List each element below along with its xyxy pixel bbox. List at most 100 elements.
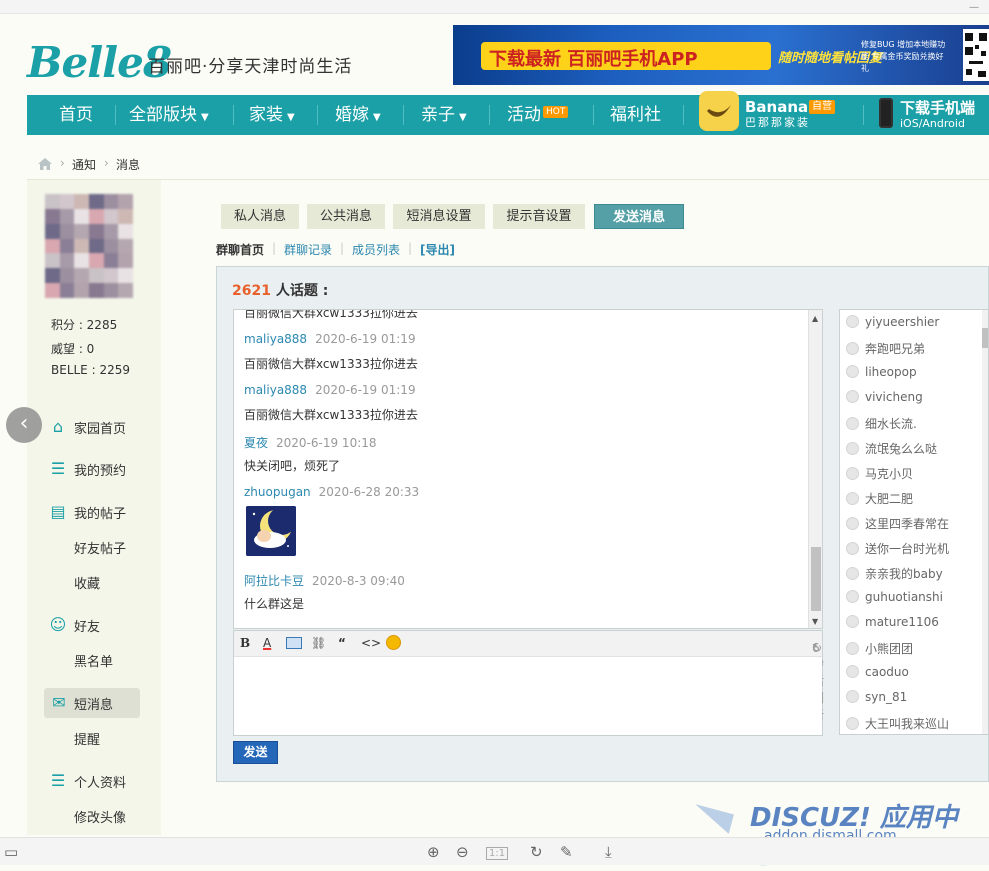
- message-input[interactable]: [234, 658, 822, 735]
- member-list-item[interactable]: 这里四季春常在: [846, 515, 949, 535]
- back-arrow-icon[interactable]: ‹: [6, 407, 42, 443]
- message-author[interactable]: 夏夜: [244, 436, 268, 450]
- member-list-item[interactable]: 亲亲我的baby: [846, 565, 943, 585]
- nav-home[interactable]: 首页: [59, 95, 93, 135]
- sidebar-item-friend-posts[interactable]: 好友帖子: [27, 532, 161, 562]
- member-name: 细水长流.: [865, 417, 917, 431]
- member-status-icon: [846, 390, 859, 403]
- member-list-item[interactable]: 小熊团团: [846, 640, 913, 660]
- image-icon[interactable]: [286, 637, 302, 649]
- text-color-icon[interactable]: A: [263, 636, 271, 650]
- home-icon[interactable]: [38, 158, 52, 170]
- subnav-member-list[interactable]: 成员列表: [352, 241, 400, 258]
- tab-sound-settings[interactable]: 提示音设置: [493, 204, 585, 229]
- nav-wedding[interactable]: 婚嫁 ▼: [335, 95, 381, 135]
- code-icon[interactable]: <>: [361, 636, 381, 650]
- subnav-export[interactable]: [导出]: [420, 241, 455, 258]
- sidebar-item-profile[interactable]: ☰ 个人资料: [27, 766, 161, 796]
- scroll-down-icon[interactable]: ▼: [812, 617, 818, 626]
- scrollbar-thumb[interactable]: [982, 328, 988, 348]
- sleeping-sticker-image[interactable]: [246, 506, 296, 556]
- message-time: 2020-6-28 20:33: [318, 485, 420, 499]
- zoom-in-icon[interactable]: ⊕: [427, 843, 440, 861]
- home-icon: ⌂: [52, 417, 64, 436]
- message-header: 阿拉比卡豆 2020-8-3 09:40: [244, 572, 405, 589]
- quote-icon[interactable]: “: [338, 636, 346, 650]
- sidebar-item-blacklist[interactable]: 黑名单: [27, 645, 161, 675]
- nav-welfare[interactable]: 福利社: [610, 95, 661, 135]
- sidebar-item-reminders[interactable]: 提醒: [27, 723, 161, 753]
- sidebar-item-friends[interactable]: ☺ 好友: [27, 610, 161, 640]
- sidebar-item-home[interactable]: ⌂ 家园首页: [27, 412, 161, 442]
- message-time: 2020-8-3 09:40: [312, 574, 405, 588]
- emoji-icon[interactable]: [386, 635, 401, 650]
- breadcrumb-notice[interactable]: 通知: [72, 156, 96, 173]
- message-text: 百丽微信大群xcw1333拉你进去: [244, 357, 418, 371]
- chat-scrollbar[interactable]: ▲ ▼: [808, 310, 822, 628]
- member-name: 小熊团团: [865, 642, 914, 656]
- member-list-item[interactable]: caoduo: [846, 665, 909, 685]
- message-text: 快关闭吧，烦死了: [244, 459, 341, 473]
- member-count: 2621: [232, 283, 271, 299]
- thumbnail-icon[interactable]: ▭: [4, 843, 18, 861]
- member-list-item[interactable]: 奔跑吧兄弟: [846, 340, 925, 360]
- stat-prestige: 威望 : 0: [51, 342, 95, 356]
- minimize-icon[interactable]: —: [969, 2, 979, 13]
- message-text: 百丽微信大群xcw1333拉你进去: [244, 309, 418, 320]
- message-author[interactable]: 阿拉比卡豆: [244, 574, 304, 588]
- nav-home-decor[interactable]: 家装 ▼: [249, 95, 295, 135]
- member-list-item[interactable]: liheopop: [846, 365, 917, 385]
- sidebar-item-favorites[interactable]: 收藏: [27, 567, 161, 597]
- breadcrumb-messages[interactable]: 消息: [116, 156, 140, 173]
- member-status-icon: [846, 417, 859, 430]
- breadcrumb-separator: ›: [104, 156, 109, 170]
- nav-events[interactable]: 活动 HOT: [507, 95, 569, 135]
- tab-send-message[interactable]: 发送消息: [594, 204, 684, 229]
- subnav-group-home[interactable]: 群聊首页: [216, 241, 264, 258]
- nav-parenting[interactable]: 亲子 ▼: [421, 95, 467, 135]
- member-list-item[interactable]: yiyueershier: [846, 315, 939, 335]
- download-app-link[interactable]: 下载手机端 iOS/Android: [877, 95, 989, 135]
- bold-icon[interactable]: B: [240, 636, 250, 650]
- member-list-item[interactable]: 大肥二肥: [846, 490, 913, 510]
- app-download-banner[interactable]: 下载最新 百丽吧手机APP 随时随地看帖回复 修复BUG 增加本地赚功能 专属金…: [453, 25, 989, 85]
- watermark-arrow-icon: [690, 804, 734, 834]
- banana-link[interactable]: Banana 自营 巴那那家装: [697, 91, 857, 135]
- sidebar-item-reservations[interactable]: ☰ 我的预约: [27, 454, 161, 484]
- member-list-item[interactable]: 细水长流.: [846, 415, 917, 435]
- rotate-icon[interactable]: ↻: [530, 843, 543, 861]
- member-list-item[interactable]: 大王叫我来巡山: [846, 715, 949, 734]
- link-icon[interactable]: ⛓: [311, 636, 326, 650]
- tab-public-messages[interactable]: 公共消息: [307, 204, 385, 229]
- message-author[interactable]: zhuopugan: [244, 485, 311, 499]
- message-time: 2020-6-19 01:19: [315, 383, 416, 397]
- scrollbar-thumb[interactable]: [811, 547, 821, 611]
- member-list-scrollbar[interactable]: [982, 310, 988, 734]
- tab-private-messages[interactable]: 私人消息: [221, 204, 299, 229]
- zoom-out-icon[interactable]: ⊖: [456, 843, 469, 861]
- member-list-item[interactable]: guhuotianshi: [846, 590, 943, 610]
- actual-size-icon[interactable]: 1:1: [486, 847, 509, 860]
- member-list-item[interactable]: 马克小贝: [846, 465, 913, 485]
- sidebar-item-my-posts[interactable]: ▤ 我的帖子: [27, 497, 161, 527]
- sidebar-item-short-messages[interactable]: ✉ 短消息: [44, 688, 140, 718]
- member-list-item[interactable]: syn_81: [846, 690, 907, 710]
- send-button[interactable]: 发送: [233, 741, 278, 764]
- member-list-item[interactable]: 流氓兔么么哒: [846, 440, 937, 460]
- tab-message-settings[interactable]: 短消息设置: [393, 204, 485, 229]
- list-icon: ☰: [50, 459, 66, 478]
- subnav-group-records[interactable]: 群聊记录: [284, 241, 332, 258]
- chat-log[interactable]: 百丽微信大群xcw1333拉你进去 maliya888 2020-6-19 01:…: [233, 309, 823, 629]
- member-list-item[interactable]: mature1106: [846, 615, 939, 635]
- avatar[interactable]: [45, 194, 133, 298]
- message-author[interactable]: maliya888: [244, 332, 307, 346]
- member-name: yiyueershier: [865, 315, 940, 329]
- nav-all-boards[interactable]: 全部版块 ▼: [129, 95, 209, 135]
- member-list-item[interactable]: 送你一台时光机: [846, 540, 949, 560]
- message-author[interactable]: maliya888: [244, 383, 307, 397]
- edit-pencil-icon[interactable]: ✎: [560, 843, 573, 861]
- member-list-item[interactable]: vivicheng: [846, 390, 923, 410]
- sidebar-item-change-avatar[interactable]: 修改头像: [27, 801, 161, 831]
- download-icon[interactable]: ⤓: [605, 843, 612, 861]
- scroll-up-icon[interactable]: ▲: [812, 314, 818, 323]
